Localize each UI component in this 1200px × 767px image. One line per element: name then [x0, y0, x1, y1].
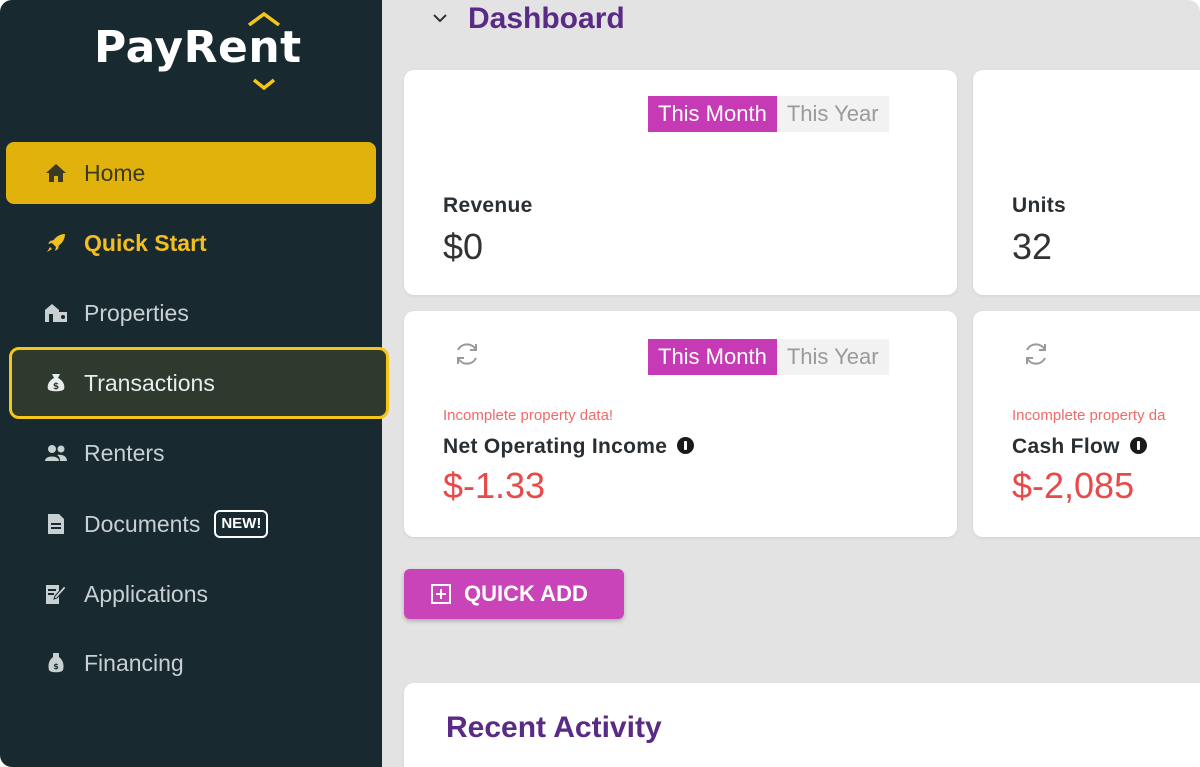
- users-icon: [44, 441, 68, 465]
- sidebar-item-renters[interactable]: Renters: [6, 422, 376, 484]
- refresh-icon[interactable]: [1021, 339, 1051, 369]
- this-month-toggle[interactable]: This Month: [648, 339, 777, 375]
- svg-text:$: $: [53, 382, 59, 392]
- info-icon[interactable]: [677, 437, 695, 454]
- recent-activity-card: Recent Activity: [404, 683, 1200, 767]
- svg-text:$: $: [53, 662, 59, 671]
- logo-text-n: n: [248, 22, 281, 73]
- financing-bag-icon: $: [44, 651, 68, 675]
- cash-flow-value: $-2,085: [1012, 465, 1135, 506]
- app-window: PayRe n t Home Quick Start Properties $ Tr…: [0, 0, 1200, 767]
- document-icon: [44, 512, 68, 536]
- cash-flow-card: Incomplete property da Cash Flow $-2,085: [973, 311, 1200, 537]
- incomplete-data-warning: Incomplete property data!: [443, 407, 614, 424]
- payrent-logo[interactable]: PayRe n t: [94, 12, 302, 90]
- sidebar-item-financing[interactable]: $ Financing: [6, 632, 376, 694]
- noi-label-row: Net Operating Income: [443, 435, 695, 459]
- sidebar-item-label: Documents: [84, 510, 201, 537]
- properties-icon: [44, 301, 68, 325]
- money-bag-icon: $: [44, 371, 68, 395]
- noi-label: Net Operating Income: [443, 435, 668, 458]
- refresh-icon[interactable]: [452, 339, 482, 369]
- new-badge: NEW!: [214, 510, 269, 538]
- chevron-down-icon[interactable]: [430, 9, 450, 29]
- logo-text-prefix: PayRe: [94, 22, 249, 73]
- home-icon: [44, 161, 68, 185]
- sidebar-item-label: Home: [84, 159, 146, 186]
- sidebar-item-applications[interactable]: Applications: [6, 563, 376, 625]
- period-toggle: This Month This Year: [648, 96, 889, 132]
- page-title: Dashboard: [468, 2, 625, 35]
- incomplete-data-warning: Incomplete property da: [1012, 407, 1166, 424]
- sidebar-item-quick-start[interactable]: Quick Start: [6, 212, 376, 274]
- dashboard-header[interactable]: Dashboard: [430, 0, 625, 38]
- units-card: Units 32: [973, 70, 1200, 295]
- logo-text-suffix: t: [280, 22, 302, 73]
- units-label: Units: [1012, 194, 1066, 217]
- cash-flow-label-row: Cash Flow: [1012, 435, 1147, 459]
- sidebar-item-label: Financing: [84, 649, 184, 676]
- revenue-label: Revenue: [443, 194, 533, 217]
- cash-flow-label: Cash Flow: [1012, 435, 1120, 458]
- revenue-card: This Month This Year Revenue $0: [404, 70, 957, 295]
- units-value: 32: [1012, 226, 1053, 267]
- this-year-toggle[interactable]: This Year: [777, 339, 889, 375]
- revenue-value: $0: [443, 226, 484, 267]
- sidebar-item-home[interactable]: Home: [6, 142, 376, 204]
- recent-activity-title: Recent Activity: [446, 711, 662, 744]
- sidebar-item-properties[interactable]: Properties: [6, 282, 376, 344]
- logo-chevron-icon: [253, 78, 276, 90]
- application-edit-icon: [44, 582, 68, 606]
- plus-square-icon: [431, 584, 451, 604]
- sidebar-item-documents[interactable]: Documents NEW!: [6, 493, 376, 555]
- this-year-toggle[interactable]: This Year: [777, 96, 889, 132]
- sidebar-item-label: Properties: [84, 299, 189, 326]
- sidebar-item-label: Renters: [84, 439, 165, 466]
- quick-add-label: QUICK ADD: [464, 581, 588, 606]
- rocket-icon: [44, 231, 68, 255]
- noi-value: $-1.33: [443, 465, 546, 506]
- sidebar-item-label: Transactions: [84, 369, 215, 396]
- info-icon[interactable]: [1129, 437, 1147, 454]
- this-month-toggle[interactable]: This Month: [648, 96, 777, 132]
- sidebar-item-transactions[interactable]: $ Transactions: [9, 347, 389, 419]
- sidebar-item-label: Applications: [84, 580, 209, 607]
- main-content: Dashboard This Month This Year Revenue $…: [382, 0, 1200, 767]
- net-operating-income-card: This Month This Year Incomplete property…: [404, 311, 957, 537]
- period-toggle: This Month This Year: [648, 339, 889, 375]
- logo-roof-icon: [248, 12, 281, 26]
- sidebar-item-label: Quick Start: [84, 229, 207, 256]
- quick-add-button[interactable]: QUICK ADD: [404, 569, 624, 619]
- sidebar: PayRe n t Home Quick Start Properties $ Tr…: [0, 0, 389, 767]
